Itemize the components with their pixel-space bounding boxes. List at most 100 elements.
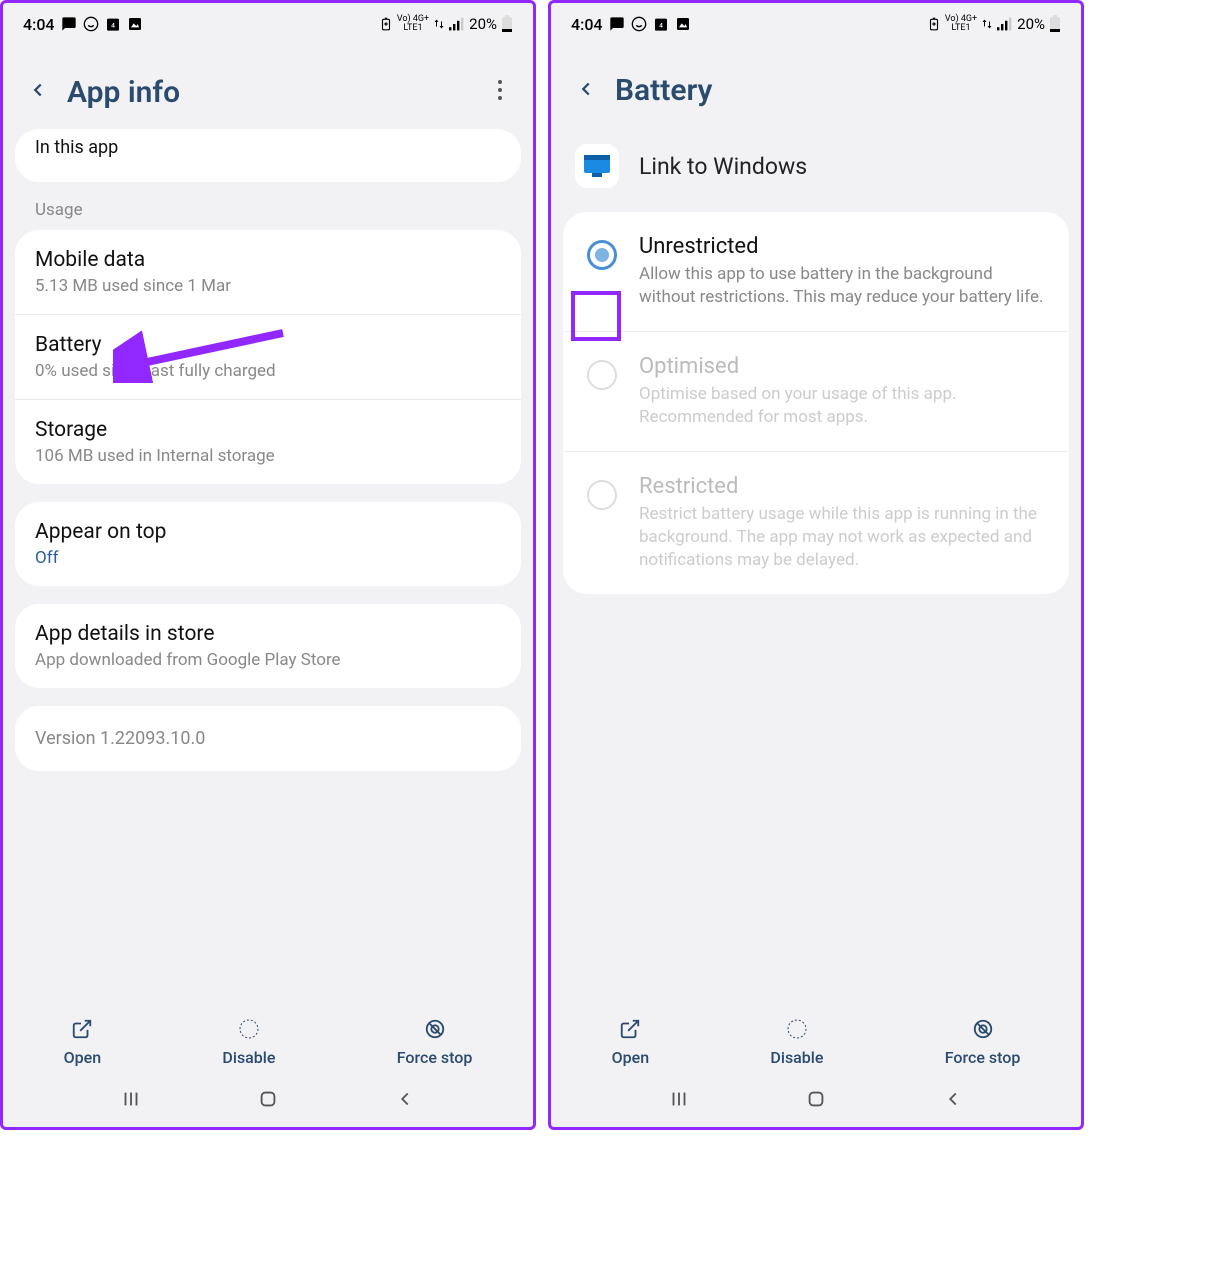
disable-button[interactable]: Disable: [222, 1016, 275, 1067]
page-title: App info: [67, 75, 473, 110]
action-label: Force stop: [945, 1048, 1021, 1067]
option-desc: Optimise based on your usage of this app…: [639, 383, 1045, 429]
version-card: Version 1.22093.10.0: [15, 706, 521, 771]
bottom-actions: Open Disable Force stop: [3, 1002, 533, 1075]
option-title: Optimised: [639, 354, 1045, 379]
item-sub: App downloaded from Google Play Store: [35, 650, 501, 670]
restricted-option[interactable]: Restricted Restrict battery usage while …: [563, 452, 1069, 594]
open-button[interactable]: Open: [64, 1016, 102, 1067]
action-label: Disable: [770, 1048, 823, 1067]
item-title: Appear on top: [35, 520, 501, 544]
status-time: 4:04: [23, 15, 55, 34]
option-title: Restricted: [639, 474, 1045, 499]
item-sub: 0% used since last fully charged: [35, 361, 501, 381]
data-arrows-icon: [433, 17, 445, 31]
disable-icon: [785, 1016, 809, 1042]
open-button[interactable]: Open: [612, 1016, 650, 1067]
back-icon[interactable]: [27, 79, 49, 105]
item-title: App details in store: [35, 622, 501, 646]
action-label: Force stop: [397, 1048, 473, 1067]
left-screenshot: 4:04 4 Vo) 4G+LTE1: [0, 0, 536, 1130]
app-name: Link to Windows: [639, 153, 807, 180]
svg-text:4: 4: [659, 21, 663, 29]
unrestricted-option[interactable]: Unrestricted Allow this app to use batte…: [563, 212, 1069, 332]
usage-section-label: Usage: [15, 200, 521, 230]
action-label: Open: [64, 1048, 102, 1067]
app-header-row: Link to Windows: [551, 126, 1081, 212]
version-text: Version 1.22093.10.0: [35, 728, 501, 749]
header: App info: [3, 45, 533, 129]
item-title: Storage: [35, 418, 501, 442]
action-label: Open: [612, 1048, 650, 1067]
mobile-data-item[interactable]: Mobile data 5.13 MB used since 1 Mar: [15, 230, 521, 315]
home-nav-icon[interactable]: [257, 1088, 279, 1114]
calendar-icon: 4: [653, 16, 669, 32]
storage-item[interactable]: Storage 106 MB used in Internal storage: [15, 400, 521, 484]
item-sub: 106 MB used in Internal storage: [35, 446, 501, 466]
force-stop-button[interactable]: Force stop: [945, 1016, 1021, 1067]
right-screenshot: 4:04 4 Vo) 4G+LTE1 20% Battery Link to W…: [548, 0, 1084, 1130]
bottom-actions: Open Disable Force stop: [551, 1002, 1081, 1075]
back-nav-icon[interactable]: [942, 1088, 964, 1114]
chat-icon: [61, 16, 77, 32]
back-icon[interactable]: [575, 78, 597, 104]
whatsapp-icon: [83, 16, 99, 32]
volte-indicator: Vo) 4G+LTE1: [945, 15, 977, 33]
whatsapp-icon: [631, 16, 647, 32]
status-bar: 4:04 4 Vo) 4G+LTE1 20%: [551, 3, 1081, 45]
battery-saver-icon: [927, 17, 941, 31]
overflow-menu-icon[interactable]: [491, 73, 509, 111]
battery-icon: [1049, 15, 1061, 33]
signal-icon: [997, 17, 1013, 31]
data-arrows-icon: [981, 17, 993, 31]
battery-icon: [501, 15, 513, 33]
recents-nav-icon[interactable]: [668, 1088, 690, 1114]
status-bar: 4:04 4 Vo) 4G+LTE1: [3, 3, 533, 45]
disable-icon: [237, 1016, 261, 1042]
usage-card: Mobile data 5.13 MB used since 1 Mar Bat…: [15, 230, 521, 484]
open-icon: [619, 1016, 641, 1042]
page-title: Battery: [615, 73, 1057, 108]
chat-icon: [609, 16, 625, 32]
disable-button[interactable]: Disable: [770, 1016, 823, 1067]
battery-percentage: 20%: [469, 15, 497, 33]
battery-item[interactable]: Battery 0% used since last fully charged: [15, 315, 521, 400]
option-desc: Allow this app to use battery in the bac…: [639, 263, 1045, 309]
volte-indicator: Vo) 4G+LTE1: [397, 15, 429, 33]
nav-bar: [551, 1075, 1081, 1127]
item-title: Battery: [35, 333, 501, 357]
home-nav-icon[interactable]: [805, 1088, 827, 1114]
nav-bar: [3, 1075, 533, 1127]
calendar-icon: 4: [105, 16, 121, 32]
force-stop-button[interactable]: Force stop: [397, 1016, 473, 1067]
in-this-app-text: In this app: [35, 137, 118, 158]
battery-saver-icon: [379, 17, 393, 31]
radio-unselected-icon: [587, 480, 617, 510]
truncated-card[interactable]: In this app: [15, 129, 521, 182]
svg-text:4: 4: [111, 21, 115, 29]
item-value: Off: [35, 548, 501, 568]
open-icon: [71, 1016, 93, 1042]
signal-icon: [449, 17, 465, 31]
recents-nav-icon[interactable]: [120, 1088, 142, 1114]
image-icon: [127, 16, 143, 32]
radio-unselected-icon: [587, 360, 617, 390]
item-title: Mobile data: [35, 248, 501, 272]
action-label: Disable: [222, 1048, 275, 1067]
battery-percentage: 20%: [1017, 15, 1045, 33]
radio-selected-icon: [587, 240, 617, 270]
appear-on-top-card[interactable]: Appear on top Off: [15, 502, 521, 586]
app-details-card[interactable]: App details in store App downloaded from…: [15, 604, 521, 688]
optimised-option[interactable]: Optimised Optimise based on your usage o…: [563, 332, 1069, 452]
force-stop-icon: [972, 1016, 994, 1042]
battery-options-card: Unrestricted Allow this app to use batte…: [563, 212, 1069, 594]
app-icon: [575, 144, 619, 188]
back-nav-icon[interactable]: [394, 1088, 416, 1114]
item-sub: 5.13 MB used since 1 Mar: [35, 276, 501, 296]
status-time: 4:04: [571, 15, 603, 34]
option-desc: Restrict battery usage while this app is…: [639, 503, 1045, 572]
header: Battery: [551, 45, 1081, 126]
option-title: Unrestricted: [639, 234, 1045, 259]
image-icon: [675, 16, 691, 32]
force-stop-icon: [424, 1016, 446, 1042]
